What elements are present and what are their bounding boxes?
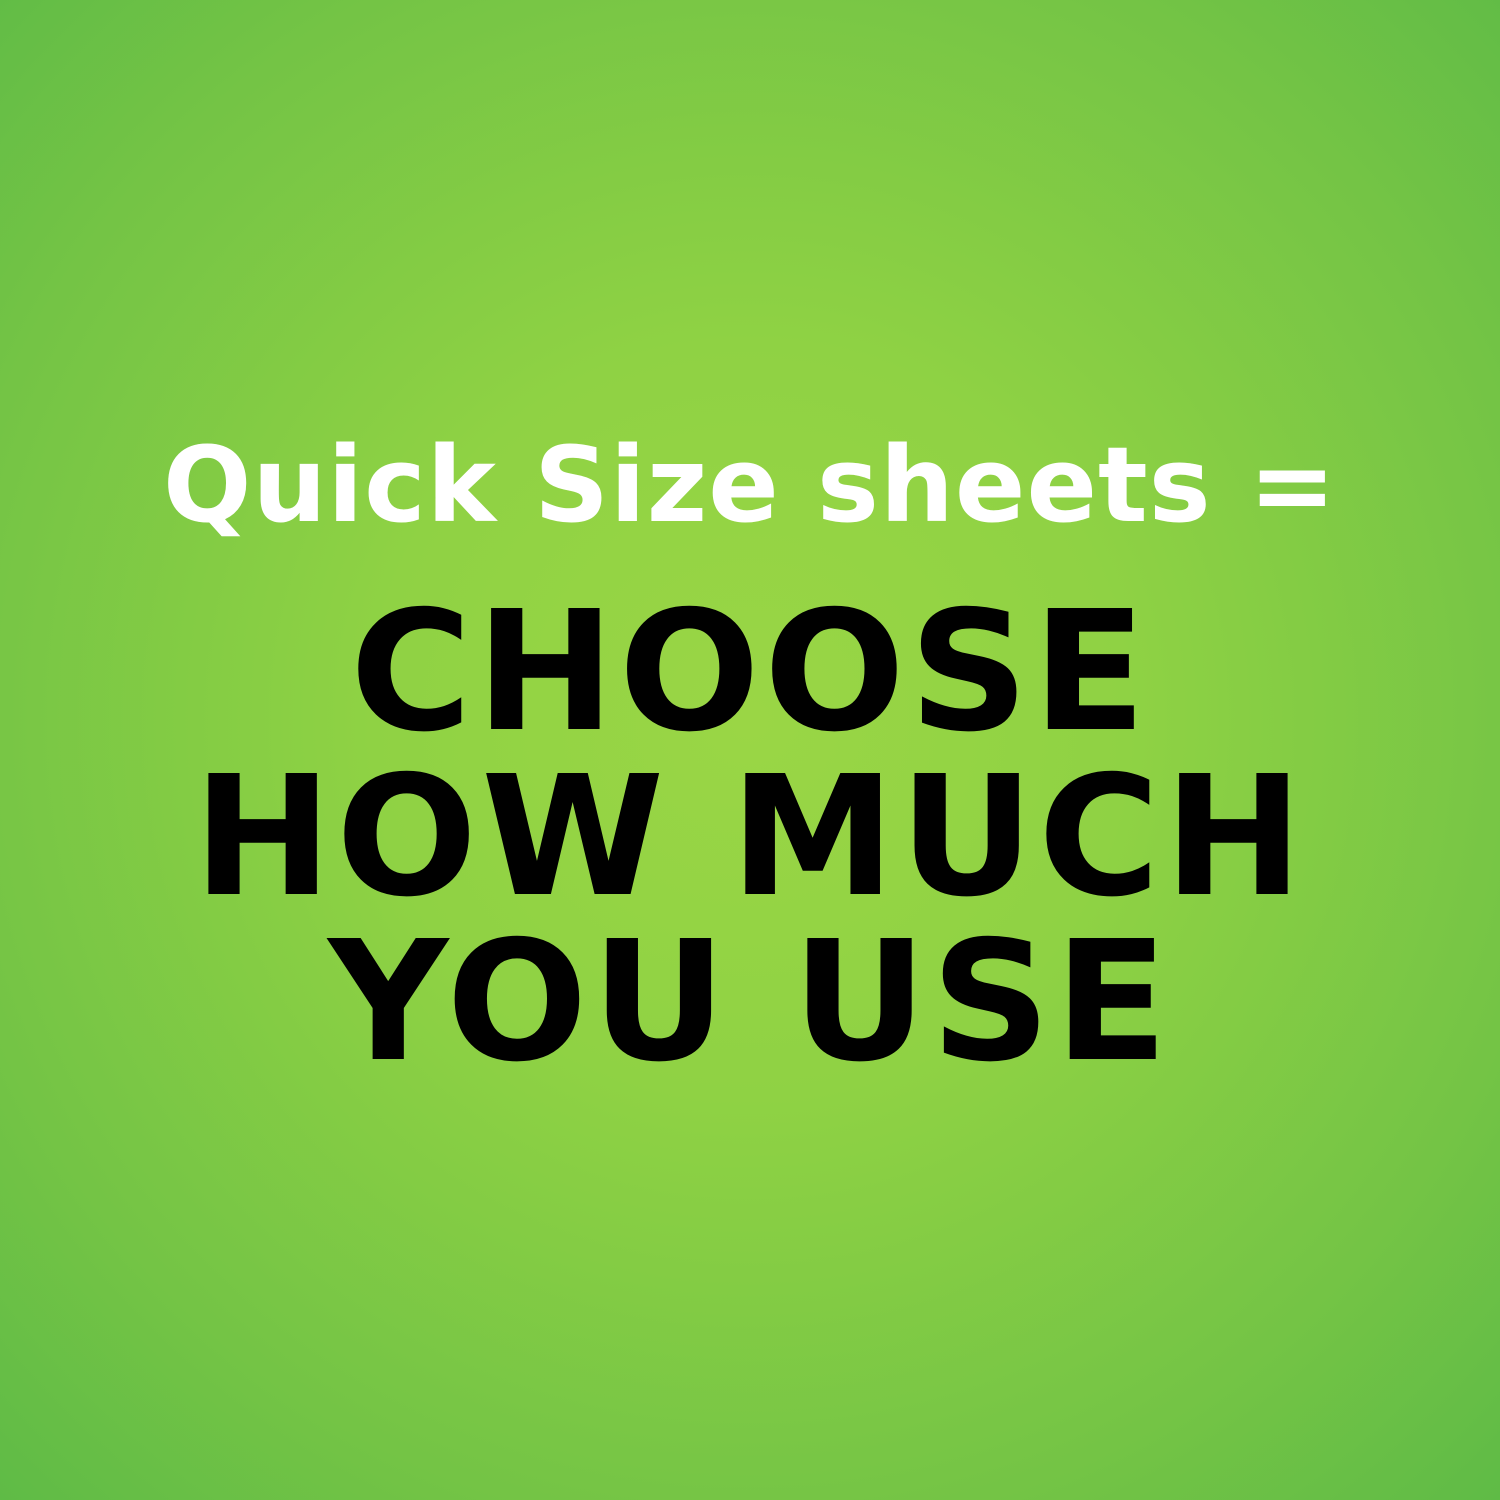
tagline-line-3: YOU USE: [328, 906, 1172, 1099]
tagline-line-1: CHOOSE: [350, 576, 1150, 769]
promo-graphic: Quick Size sheets = CHOOSE HOW MUCH YOU …: [0, 0, 1500, 1500]
tagline-line-2: HOW MUCH: [193, 741, 1307, 934]
headline-text: Quick Size sheets =: [163, 424, 1337, 546]
tagline: CHOOSE HOW MUCH YOU USE: [0, 576, 1500, 1099]
